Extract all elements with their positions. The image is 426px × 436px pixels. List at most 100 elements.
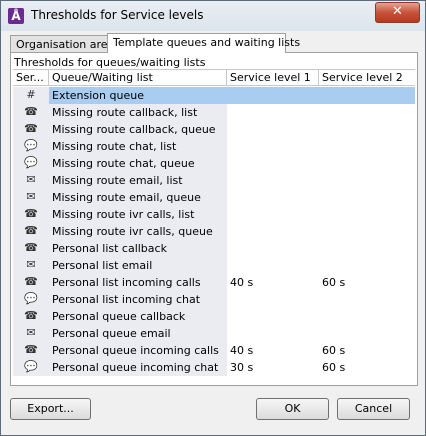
cancel-button[interactable]: Cancel <box>337 398 410 420</box>
service-type-cell: ☎ <box>13 104 49 121</box>
service-level-2-cell[interactable] <box>319 223 415 240</box>
table-row[interactable]: ✉ Personal queue email <box>13 325 415 342</box>
column-header-queue[interactable]: Queue/Waiting list <box>49 70 227 86</box>
service-level-1-cell[interactable] <box>227 206 319 223</box>
phone-callback-list-icon: ☎ <box>24 241 38 254</box>
email-list-icon: ✉ <box>26 173 36 186</box>
service-type-cell: ✉ <box>13 257 49 274</box>
column-header-service[interactable]: Ser... <box>13 70 49 86</box>
service-level-2-cell[interactable]: 60 s <box>319 342 415 359</box>
queue-name-cell: Missing route callback, queue <box>49 121 227 138</box>
table-row[interactable]: ☎ Personal list incoming calls 40 s 60 s <box>13 274 415 291</box>
table-row[interactable]: ☎ Missing route ivr calls, list <box>13 206 415 223</box>
queue-name-cell: Extension queue <box>49 87 227 104</box>
table-row[interactable]: 💬 Personal queue incoming chat 30 s 60 s <box>13 359 415 376</box>
service-level-1-cell[interactable] <box>227 104 319 121</box>
service-level-2-cell[interactable] <box>319 172 415 189</box>
column-header-service-level-1[interactable]: Service level 1 <box>227 70 319 86</box>
service-type-cell: ☎ <box>13 342 49 359</box>
service-level-1-cell[interactable] <box>227 257 319 274</box>
service-level-2-cell[interactable] <box>319 240 415 257</box>
phone-callback-queue-icon: ☎ <box>24 309 38 322</box>
service-level-2-cell[interactable] <box>319 104 415 121</box>
service-level-1-cell[interactable] <box>227 138 319 155</box>
queue-name-cell: Personal list callback <box>49 240 227 257</box>
dialog-footer: Export... OK Cancel <box>1 389 425 435</box>
phone-queue-icon: ☎ <box>24 343 38 356</box>
service-level-1-cell[interactable] <box>227 291 319 308</box>
ivr-queue-icon: ☎ <box>24 224 38 237</box>
tab-organisation-area[interactable]: Organisation area <box>10 35 114 53</box>
ok-button[interactable]: OK <box>256 398 329 420</box>
service-level-2-cell[interactable] <box>319 206 415 223</box>
service-type-cell: ☎ <box>13 206 49 223</box>
service-type-cell: ✉ <box>13 189 49 206</box>
service-type-cell: 💬 <box>13 155 49 172</box>
service-level-2-cell[interactable] <box>319 121 415 138</box>
table-row[interactable]: ☎ Missing route callback, list <box>13 104 415 121</box>
service-level-1-cell[interactable] <box>227 308 319 325</box>
email-queue-icon: ✉ <box>26 326 36 339</box>
service-level-1-cell[interactable] <box>227 325 319 342</box>
export-button[interactable]: Export... <box>10 398 91 420</box>
thresholds-table: Ser... Queue/Waiting list Service level … <box>13 69 415 382</box>
chat-queue-icon: 💬 <box>24 360 38 373</box>
service-level-1-cell[interactable]: 30 s <box>227 359 319 376</box>
queue-name-cell: Missing route chat, list <box>49 138 227 155</box>
service-level-1-cell[interactable] <box>227 121 319 138</box>
service-level-1-cell[interactable]: 40 s <box>227 342 319 359</box>
service-level-1-cell[interactable] <box>227 240 319 257</box>
email-list-icon: ✉ <box>26 258 36 271</box>
phone-list-icon: ☎ <box>24 275 38 288</box>
service-type-cell: 💬 <box>13 138 49 155</box>
service-type-cell: ✉ <box>13 172 49 189</box>
service-level-1-cell[interactable] <box>227 189 319 206</box>
table-header: Ser... Queue/Waiting list Service level … <box>13 69 415 86</box>
service-level-2-cell[interactable] <box>319 257 415 274</box>
service-type-cell: 💬 <box>13 291 49 308</box>
table-row[interactable]: ☎ Personal list callback <box>13 240 415 257</box>
table-row[interactable]: ☎ Missing route ivr calls, queue <box>13 223 415 240</box>
queue-name-cell: Missing route chat, queue <box>49 155 227 172</box>
service-level-1-cell[interactable] <box>227 87 319 104</box>
close-button[interactable]: ✕ <box>375 2 420 23</box>
table-row[interactable]: ☎ Personal queue incoming calls 40 s 60 s <box>13 342 415 359</box>
table-row[interactable]: ✉ Missing route email, list <box>13 172 415 189</box>
table-row[interactable]: 💬 Missing route chat, queue <box>13 155 415 172</box>
column-header-service-level-2[interactable]: Service level 2 <box>319 70 415 86</box>
table-row[interactable]: 💬 Missing route chat, list <box>13 138 415 155</box>
table-row[interactable]: ✉ Missing route email, queue <box>13 189 415 206</box>
service-level-2-cell[interactable] <box>319 189 415 206</box>
tab-strip: Organisation area Template queues and wa… <box>10 33 418 53</box>
service-level-1-cell[interactable] <box>227 155 319 172</box>
service-level-1-cell[interactable]: 40 s <box>227 274 319 291</box>
service-level-2-cell[interactable] <box>319 87 415 104</box>
service-level-2-cell[interactable]: 60 s <box>319 274 415 291</box>
table-row[interactable]: # Extension queue <box>13 87 415 104</box>
title-bar[interactable]: Å Thresholds for Service levels ✕ <box>1 1 425 31</box>
table-body: # Extension queue ☎ Missing route callback,… <box>13 87 415 376</box>
service-level-2-cell[interactable] <box>319 325 415 342</box>
service-level-2-cell[interactable] <box>319 155 415 172</box>
service-level-2-cell[interactable] <box>319 291 415 308</box>
phone-callback-list-icon: ☎ <box>24 105 38 118</box>
table-row[interactable]: 💬 Personal list incoming chat <box>13 291 415 308</box>
phone-callback-queue-icon: ☎ <box>24 122 38 135</box>
queue-name-cell: Personal queue incoming chat <box>49 359 227 376</box>
table-row[interactable]: ✉ Personal list email <box>13 257 415 274</box>
queue-name-cell: Personal queue incoming calls <box>49 342 227 359</box>
tab-template-queues[interactable]: Template queues and waiting lists <box>107 33 300 53</box>
queue-name-cell: Personal list incoming calls <box>49 274 227 291</box>
service-level-2-cell[interactable] <box>319 308 415 325</box>
service-type-cell: ☎ <box>13 223 49 240</box>
service-level-2-cell[interactable] <box>319 138 415 155</box>
service-type-cell: ☎ <box>13 308 49 325</box>
service-type-cell: ☎ <box>13 274 49 291</box>
service-level-2-cell[interactable]: 60 s <box>319 359 415 376</box>
table-row[interactable]: ☎ Missing route callback, queue <box>13 121 415 138</box>
service-level-1-cell[interactable] <box>227 172 319 189</box>
service-level-1-cell[interactable] <box>227 223 319 240</box>
dialog-window: Å Thresholds for Service levels ✕ Organi… <box>0 0 426 436</box>
service-type-cell: ✉ <box>13 325 49 342</box>
table-row[interactable]: ☎ Personal queue callback <box>13 308 415 325</box>
